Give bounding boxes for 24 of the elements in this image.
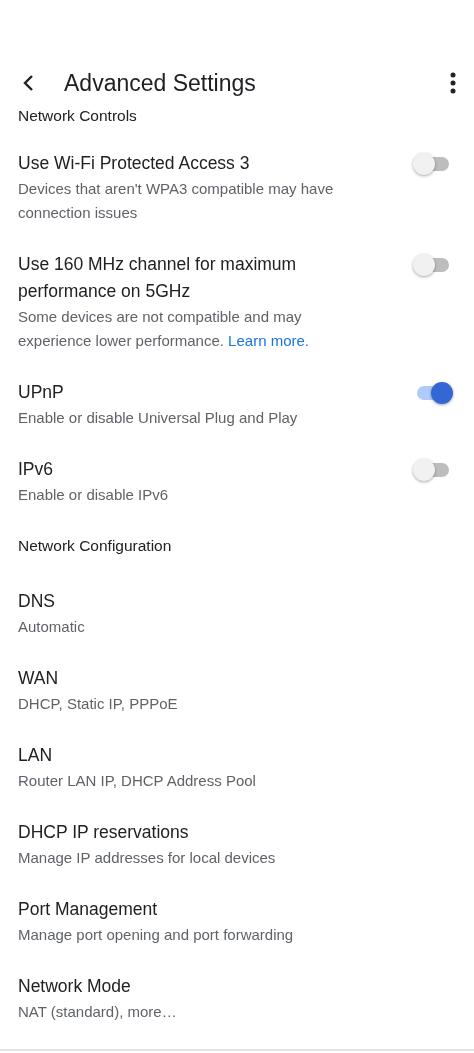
- section-header: Network Controls: [17, 106, 138, 126]
- section-header: Network Configuration: [17, 536, 173, 556]
- setting-description: Enable or disable Universal Plug and Play: [18, 408, 299, 428]
- setting-title[interactable]: DHCP IP reservations: [18, 819, 363, 846]
- page-title: Advanced Settings: [64, 69, 257, 97]
- setting-title[interactable]: Network Mode: [18, 973, 363, 1000]
- setting-description: Manage IP addresses for local devices: [18, 848, 277, 868]
- setting-title: Use 160 MHz channel for maximum performance on 5GHz: [18, 253, 298, 303]
- setting-title: Use Wi-Fi Protected Access 3: [18, 152, 251, 175]
- setting-title[interactable]: LAN: [18, 742, 363, 769]
- setting-title[interactable]: DNS: [18, 588, 363, 615]
- setting-title[interactable]: WAN: [18, 665, 363, 692]
- setting-description: Enable or disable IPv6: [18, 485, 170, 505]
- learn-more-link[interactable]: Learn more.: [228, 332, 309, 349]
- setting-title: IPv6: [18, 458, 55, 481]
- setting-title: UPnP: [18, 381, 65, 404]
- setting-description: Manage port opening and port forwarding: [18, 925, 295, 945]
- setting-description: Router LAN IP, DHCP Address Pool: [18, 771, 257, 791]
- setting-title[interactable]: Port Management: [18, 896, 363, 923]
- setting-description: Automatic: [18, 617, 86, 637]
- setting-description: DHCP, Static IP, PPPoE: [18, 694, 179, 714]
- setting-description: Devices that aren't WPA3 compatible may have connection issues: [18, 179, 335, 223]
- setting-description: Some devices are not compatible and may experience lower performance. Learn more.: [18, 307, 310, 351]
- setting-description: NAT (standard), more…: [18, 1002, 178, 1022]
